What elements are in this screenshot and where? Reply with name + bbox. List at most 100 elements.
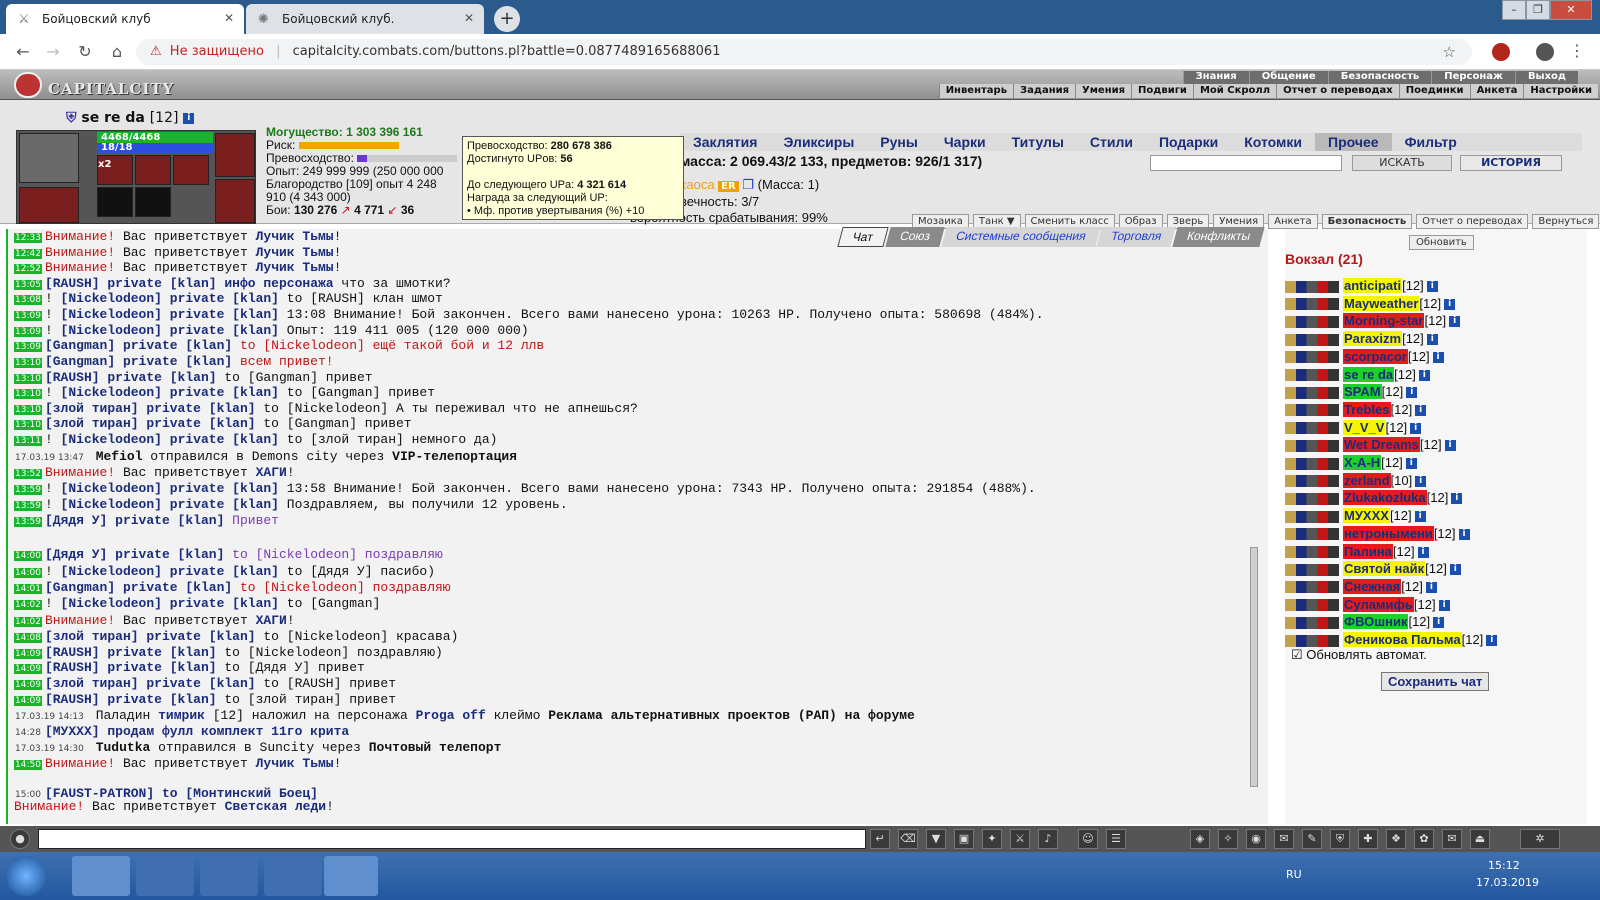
submenu-feats[interactable]: Подвиги [1131, 84, 1193, 98]
user-list-item[interactable]: ФВОшник[12] i [1285, 614, 1445, 630]
submenu-settings[interactable]: Настройки [1523, 84, 1598, 98]
chat-nick[interactable]: [Nickelodeon] private [klan] [61, 291, 279, 306]
user-name[interactable]: Святой найк [1343, 561, 1426, 577]
user-name[interactable]: Wet Dreams [1343, 437, 1420, 453]
chat-timestamp[interactable]: 13:59 [14, 501, 42, 511]
chat-mode-icon[interactable]: ● [10, 829, 30, 849]
chat-timestamp[interactable]: 13:52 [14, 469, 42, 479]
chat-timestamp[interactable]: 13:10 [14, 404, 42, 415]
chat-nick[interactable]: [злой тиран] private [klan] [45, 401, 256, 416]
submenu-quests[interactable]: Задания [1013, 84, 1076, 98]
chat-nick[interactable]: продам фулл комплект 11го крита [100, 724, 349, 739]
item-search-input[interactable] [1150, 155, 1342, 171]
tab-system[interactable]: Системные сообщения [941, 227, 1100, 247]
user-name[interactable]: scorpacor [1343, 348, 1408, 364]
clock-date[interactable]: 17.03.2019 [1476, 876, 1539, 889]
menu-item-knowledge[interactable]: Знания [1182, 71, 1249, 84]
chat-input[interactable] [38, 829, 866, 849]
chat-nick[interactable]: [Nickelodeon] private [klan] [61, 323, 279, 338]
chat-nick[interactable]: [RAUSH] private [klan] [45, 660, 217, 675]
chat-timestamp[interactable]: 14:01 [14, 584, 42, 594]
chat-nick[interactable]: Лучик Тьмы [256, 245, 334, 260]
user-name[interactable]: ФВОшник [1343, 614, 1409, 630]
chat-nick[interactable]: [RAUSH] private [klan] [45, 276, 217, 291]
chat-nick[interactable]: Proga off [416, 708, 486, 723]
user-name[interactable]: V_V_V [1343, 419, 1386, 435]
settings-icon[interactable]: ✲ [1520, 829, 1560, 849]
chat-nick[interactable]: Лучик Тьмы [256, 229, 334, 244]
tab-chat[interactable]: Чат [837, 227, 889, 247]
chat-nick[interactable]: [злой тиран] private [klan] [45, 629, 256, 644]
user-list-item[interactable]: se re da[12] i [1285, 366, 1430, 382]
info-icon[interactable]: i [1405, 458, 1417, 470]
armor-icon[interactable]: ⛨ [1330, 829, 1350, 849]
user-list-item[interactable]: Святой найк[12] i [1285, 561, 1461, 577]
chat-nick[interactable]: [Nickelodeon] private [klan] [61, 307, 279, 322]
contacts-icon[interactable]: ☰ [1106, 829, 1126, 849]
forward-icon[interactable]: → [42, 41, 64, 63]
chat-nick[interactable]: [RAUSH] private [klan] [45, 692, 217, 707]
tab-conflicts[interactable]: Конфликты [1172, 227, 1266, 247]
info-icon[interactable]: i [1426, 334, 1438, 346]
chat-timestamp[interactable]: 14:00 [14, 551, 42, 561]
info-icon[interactable]: i [1415, 475, 1427, 487]
auto-refresh-checkbox[interactable]: ☑ Обновлять автомат. [1291, 647, 1427, 663]
user-name[interactable]: Палина [1343, 543, 1393, 559]
explorer-taskbar-icon[interactable] [136, 856, 194, 896]
chat-timestamp[interactable]: 14:09 [14, 696, 42, 706]
user-name[interactable]: МУХХХ [1343, 508, 1390, 524]
user-list-item[interactable]: Wet Dreams[12] i [1285, 437, 1456, 453]
flower-icon[interactable]: ✿ [1414, 829, 1434, 849]
chat-timestamp[interactable]: 14:00 [14, 568, 42, 578]
chat-nick[interactable]: [Nickelodeon] private [klan] [61, 564, 279, 579]
chat-nick[interactable]: ХАГИ [256, 613, 287, 628]
info-icon[interactable]: i [1414, 511, 1426, 523]
submenu-transfers[interactable]: Отчет о переводах [1276, 84, 1399, 98]
reload-icon[interactable]: ↻ [74, 41, 96, 63]
user-list-item[interactable]: X-A-H[12] i [1285, 455, 1417, 470]
tab-spells[interactable]: Заклятия [680, 133, 770, 151]
image-viewer-taskbar-icon[interactable] [324, 856, 378, 896]
chat-timestamp[interactable]: 13:09 [14, 342, 42, 352]
url-input[interactable]: ⚠ Не защищено | capitalcity.combats.com/… [136, 39, 1472, 65]
window-close-button[interactable]: ✕ [1550, 0, 1592, 20]
chat-timestamp[interactable]: 17.03.19 14:13 [14, 712, 85, 722]
chat-nick[interactable]: ХАГИ [256, 465, 287, 480]
info-icon[interactable]: i [1444, 440, 1456, 452]
chat-timestamp[interactable]: 13:10 [14, 358, 42, 368]
submenu-scroll[interactable]: Мой Скролл [1192, 84, 1277, 98]
info-icon[interactable]: i [1425, 581, 1437, 593]
ring-slot[interactable] [135, 187, 171, 217]
user-list-item[interactable]: Trebles[12] i [1285, 401, 1427, 417]
user-name[interactable]: нетронымени [1343, 525, 1434, 541]
user-name[interactable]: Суламифь [1343, 596, 1414, 612]
user-list-item[interactable]: zerland[10] i [1285, 472, 1427, 488]
user-name[interactable]: se re da [1343, 366, 1395, 382]
info-icon[interactable]: i [1418, 369, 1430, 381]
close-tab-icon[interactable]: ✕ [464, 11, 474, 25]
tab-gifts[interactable]: Подарки [1146, 133, 1231, 151]
chat-timestamp[interactable]: 14:02 [14, 617, 42, 627]
new-tab-button[interactable]: + [494, 6, 520, 32]
chat-nick[interactable]: инфо персонажа [217, 276, 333, 291]
chat-nick[interactable]: [МУХХХ] [45, 724, 100, 739]
user-list-item[interactable]: anticipati[12] i [1285, 278, 1438, 293]
chat-timestamp[interactable]: 12:33 [14, 233, 42, 243]
chat-nick[interactable]: Лучик Тьмы [256, 260, 334, 275]
fight-icon[interactable]: ⚔ [1010, 829, 1030, 849]
user-list-item[interactable]: Феникова Пальма[12] i [1285, 632, 1498, 647]
user-list-item[interactable]: Morning-star[12] i [1285, 313, 1461, 329]
chat-timestamp[interactable]: 14:09 [14, 649, 42, 659]
chat-timestamp[interactable]: 17.03.19 13:47 [14, 453, 85, 463]
chat-nick[interactable]: [Дядя У] private [klan] [45, 513, 224, 528]
character-name[interactable]: ⛨ se re da [12] i [66, 110, 195, 126]
chat-timestamp[interactable]: 14:08 [14, 633, 42, 643]
chat-log[interactable]: 12:33 Внимание! Вас приветствует Лучик Ть… [6, 229, 1268, 824]
chat-nick[interactable]: [Дядя У] private [klan] [45, 547, 224, 562]
user-name[interactable]: Mayweather [1343, 295, 1420, 311]
info-icon[interactable]: i [1451, 493, 1463, 505]
minimize-button[interactable]: – [1502, 0, 1526, 20]
user-name[interactable]: Trebles [1343, 401, 1391, 417]
magic-icon[interactable]: ✧ [1218, 829, 1238, 849]
sword-icon[interactable]: ✎ [1302, 829, 1322, 849]
